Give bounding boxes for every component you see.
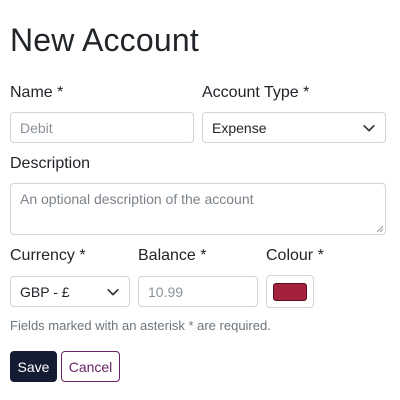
name-label: Name *: [10, 84, 64, 101]
name-input[interactable]: [10, 112, 194, 143]
currency-label: Currency *: [10, 247, 86, 264]
balance-input[interactable]: [138, 276, 258, 307]
cancel-button[interactable]: Cancel: [61, 351, 120, 382]
colour-label: Colour *: [266, 247, 324, 264]
colour-swatch: [273, 282, 307, 301]
resize-grip-icon[interactable]: [376, 225, 384, 233]
required-fields-hint: Fields marked with an asterisk * are req…: [10, 318, 271, 333]
save-button[interactable]: Save: [10, 351, 57, 382]
chevron-down-icon: [107, 288, 119, 295]
description-textarea[interactable]: [10, 183, 386, 235]
description-label: Description: [10, 155, 91, 172]
colour-picker[interactable]: [266, 275, 314, 308]
currency-select[interactable]: GBP - £: [10, 276, 130, 307]
balance-label: Balance *: [138, 247, 207, 264]
currency-value: GBP - £: [20, 283, 70, 300]
page-title: New Account: [10, 22, 199, 58]
account-type-label: Account Type *: [202, 84, 310, 101]
account-type-value: Expense: [212, 119, 267, 136]
account-type-select[interactable]: Expense: [202, 112, 386, 143]
chevron-down-icon: [363, 124, 375, 131]
